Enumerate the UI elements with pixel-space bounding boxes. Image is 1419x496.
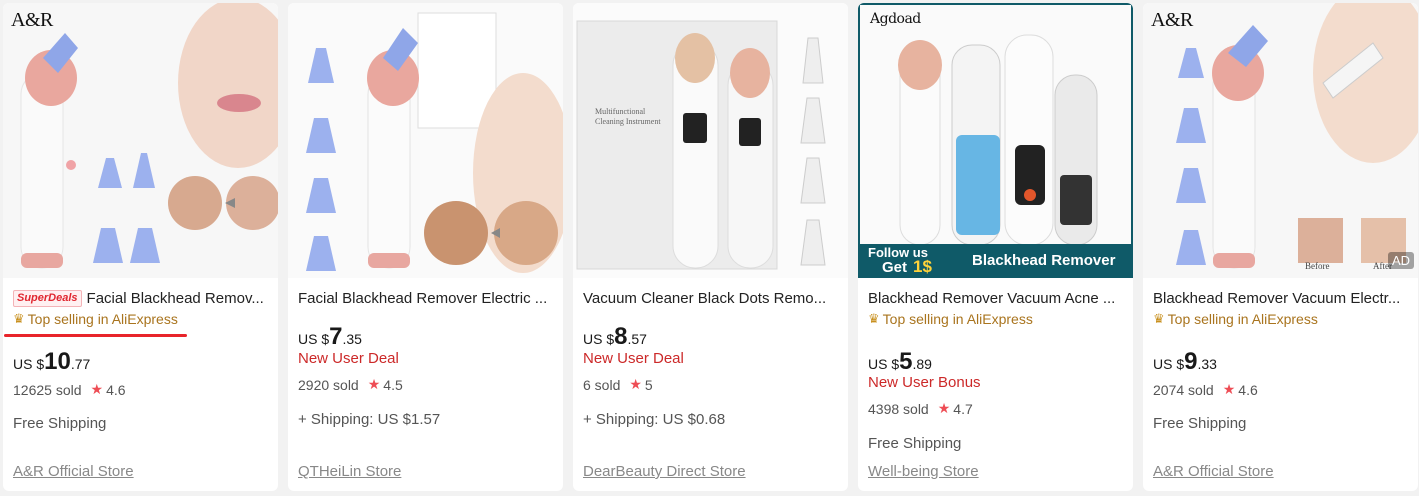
store-link[interactable]: Well-being Store bbox=[868, 463, 979, 480]
shipping-info: Free Shipping bbox=[868, 435, 962, 452]
store-link[interactable]: QTHeiLin Store bbox=[298, 463, 401, 480]
store-link[interactable]: DearBeauty Direct Store bbox=[583, 463, 746, 480]
crown-icon: ♛ bbox=[13, 311, 25, 326]
deal-label: New User Bonus bbox=[868, 374, 981, 391]
crown-icon: ♛ bbox=[1153, 311, 1165, 326]
price: US $5.89 bbox=[868, 348, 932, 375]
brand-logo: A&R bbox=[1151, 9, 1193, 31]
product-title[interactable]: Facial Blackhead Remov... bbox=[87, 290, 264, 307]
product-image-3[interactable]: Multifunctional Cleaning Instrument bbox=[573, 3, 848, 278]
product-image-5[interactable]: A&R Before After AD bbox=[1143, 3, 1418, 278]
sold-rating: 6 sold ★ 5 bbox=[583, 376, 653, 393]
product-card-2[interactable]: Facial Blackhead Remover Electric ... US… bbox=[288, 3, 563, 491]
superdeals-badge: SuperDeals bbox=[13, 289, 82, 307]
star-icon: ★ bbox=[629, 376, 642, 392]
sold-rating: 2920 sold ★ 4.5 bbox=[298, 376, 403, 393]
star-icon: ★ bbox=[367, 376, 381, 392]
star-icon: ★ bbox=[937, 400, 951, 416]
deal-label: New User Deal bbox=[298, 350, 399, 367]
brand-logo: A&R bbox=[11, 9, 53, 31]
crown-icon: ♛ bbox=[868, 311, 880, 326]
star-icon: ★ bbox=[1222, 381, 1236, 397]
top-selling-label: ♛ Top selling in AliExpress bbox=[1153, 311, 1318, 327]
sold-rating: 4398 sold ★ 4.7 bbox=[868, 400, 973, 417]
price: US $8.57 bbox=[583, 323, 647, 350]
product-title[interactable]: Facial Blackhead Remover Electric ... bbox=[298, 290, 547, 307]
product-title[interactable]: Blackhead Remover Vacuum Electr... bbox=[1153, 290, 1400, 307]
store-link[interactable]: A&R Official Store bbox=[13, 463, 134, 480]
star-icon: ★ bbox=[90, 381, 104, 397]
product-card-3[interactable]: Multifunctional Cleaning Instrument Vacu… bbox=[573, 3, 848, 491]
shipping-info: + Shipping: US $0.68 bbox=[583, 411, 726, 428]
price: US $7.35 bbox=[298, 323, 362, 350]
product-image-1[interactable]: A&R bbox=[3, 3, 278, 278]
product-image-4[interactable]: Agdoad Follow us Get 1$ Blackhead Remover bbox=[858, 3, 1133, 278]
store-link[interactable]: A&R Official Store bbox=[1153, 463, 1274, 480]
product-title[interactable]: Vacuum Cleaner Black Dots Remo... bbox=[583, 290, 826, 307]
sold-rating: 2074 sold ★ 4.6 bbox=[1153, 381, 1258, 398]
brand-logo: Agdoad bbox=[870, 11, 921, 27]
ad-badge: AD bbox=[1387, 252, 1414, 269]
top-selling-label: ♛ Top selling in AliExpress bbox=[868, 311, 1033, 327]
product-card-1[interactable]: A&R SuperDeals Facial Blackhead Remov...… bbox=[3, 3, 278, 491]
product-image-2[interactable] bbox=[288, 3, 563, 278]
red-underline-annotation bbox=[4, 334, 187, 337]
before-label: Before bbox=[1305, 261, 1330, 271]
top-selling-label: ♛ Top selling in AliExpress bbox=[13, 311, 178, 327]
product-title[interactable]: Blackhead Remover Vacuum Acne ... bbox=[868, 290, 1115, 307]
price: US $9.33 bbox=[1153, 348, 1217, 375]
sold-rating: 12625 sold ★ 4.6 bbox=[13, 381, 126, 398]
deal-label: New User Deal bbox=[583, 350, 684, 367]
shipping-info: + Shipping: US $1.57 bbox=[298, 411, 441, 428]
shipping-info: Free Shipping bbox=[13, 415, 107, 432]
package-label: Multifunctional Cleaning Instrument bbox=[595, 107, 661, 126]
promo-banner: Follow us Get 1$ Blackhead Remover bbox=[860, 244, 1131, 276]
price: US $10.77 bbox=[13, 348, 91, 375]
product-card-5[interactable]: A&R Before After AD Blackhead Remover Va… bbox=[1143, 3, 1418, 491]
product-card-4[interactable]: Agdoad Follow us Get 1$ Blackhead Remover… bbox=[858, 3, 1133, 491]
shipping-info: Free Shipping bbox=[1153, 415, 1247, 432]
product-grid: A&R SuperDeals Facial Blackhead Remov...… bbox=[0, 0, 1419, 496]
